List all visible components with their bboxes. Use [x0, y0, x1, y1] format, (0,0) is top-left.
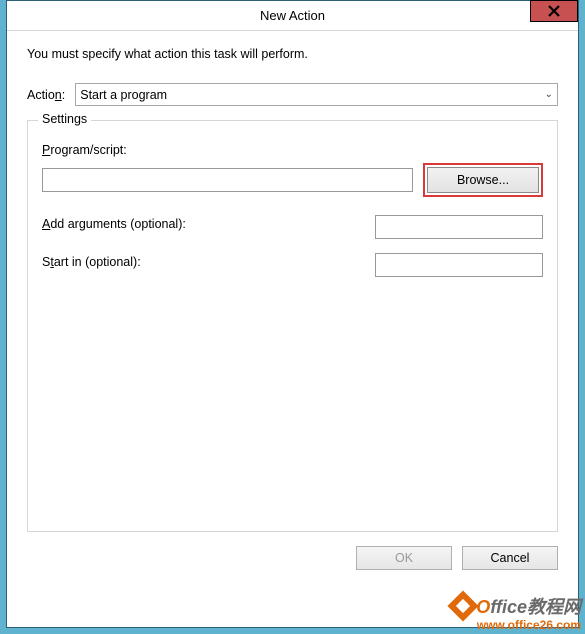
- close-icon: [548, 5, 560, 17]
- cancel-button[interactable]: Cancel: [462, 546, 558, 570]
- action-dropdown[interactable]: Start a program ⌄: [75, 83, 558, 106]
- ok-button[interactable]: OK: [356, 546, 452, 570]
- arguments-label: Add arguments (optional):: [42, 217, 186, 231]
- chevron-down-icon: ⌄: [545, 89, 553, 100]
- titlebar: New Action: [7, 1, 578, 31]
- program-input[interactable]: [42, 168, 413, 192]
- window-title: New Action: [7, 8, 578, 23]
- startin-input[interactable]: [375, 253, 543, 277]
- dialog-content: You must specify what action this task w…: [7, 31, 578, 584]
- watermark-brand: Office教程网: [452, 597, 581, 619]
- browse-button[interactable]: Browse...: [427, 167, 539, 193]
- action-label: Action:: [27, 88, 65, 102]
- arguments-row: Add arguments (optional):: [42, 215, 543, 239]
- settings-group-title: Settings: [38, 112, 91, 126]
- browse-highlight: Browse...: [423, 163, 543, 197]
- action-row: Action: Start a program ⌄: [27, 83, 558, 106]
- instruction-text: You must specify what action this task w…: [27, 47, 558, 61]
- program-row: Browse...: [42, 163, 543, 197]
- dialog-buttons: OK Cancel: [27, 546, 558, 570]
- dialog-window: New Action You must specify what action …: [6, 0, 579, 628]
- arguments-input[interactable]: [375, 215, 543, 239]
- close-button[interactable]: [530, 0, 578, 22]
- startin-label: Start in (optional):: [42, 255, 141, 269]
- program-label: Program/script:: [42, 143, 543, 157]
- settings-group: Settings Program/script: Browse... Add a…: [27, 120, 558, 532]
- action-selected-value: Start a program: [80, 88, 167, 102]
- startin-row: Start in (optional):: [42, 253, 543, 277]
- watermark-url: www.office26.com: [452, 619, 581, 632]
- watermark: Office教程网 www.office26.com: [452, 597, 581, 632]
